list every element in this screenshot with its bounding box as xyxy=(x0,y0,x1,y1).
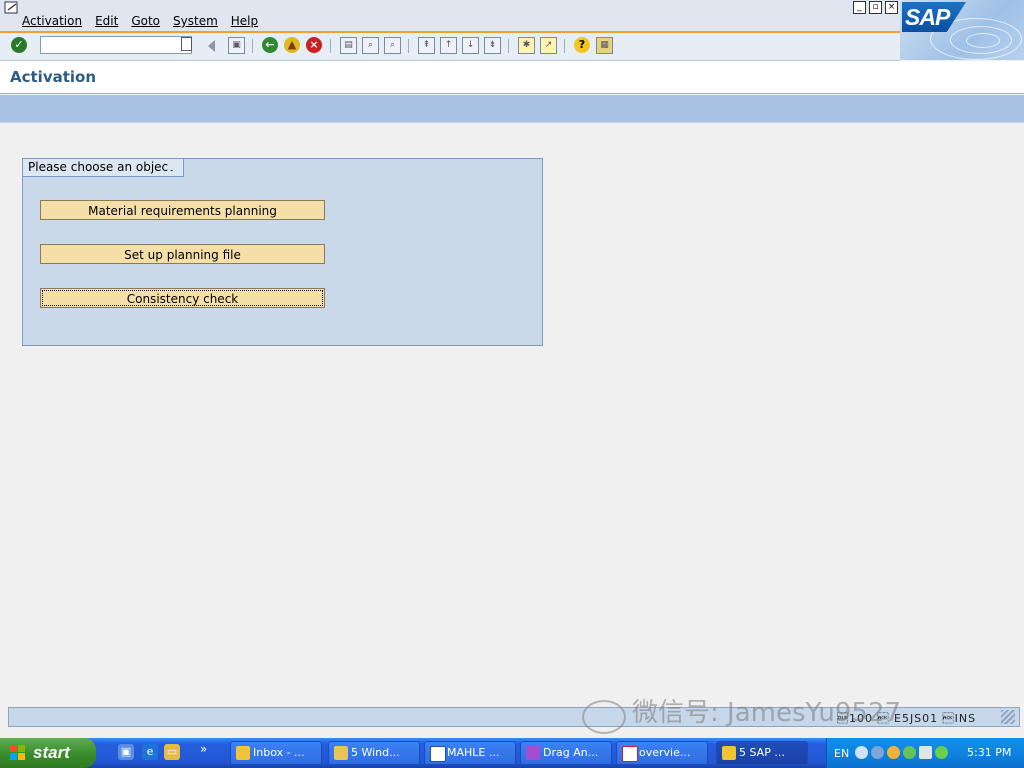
page-title: Activation xyxy=(10,68,97,86)
save-icon[interactable]: ▣ xyxy=(228,37,245,54)
folder-icon xyxy=(334,746,348,760)
last-page-icon[interactable]: ⇟ xyxy=(484,37,501,54)
menu-goto[interactable]: Goto xyxy=(131,14,160,28)
start-label: start xyxy=(33,743,70,762)
menu-help[interactable]: Help xyxy=(231,14,258,28)
help-icon[interactable]: ? xyxy=(574,37,590,53)
object-selection-group: Please choose an object Material require… xyxy=(22,158,543,346)
start-button[interactable]: start xyxy=(0,738,96,768)
menu-activation[interactable]: Activation xyxy=(22,14,82,28)
pdf-icon xyxy=(622,746,638,762)
task-mahle[interactable]: MAHLE ... xyxy=(424,741,516,765)
create-session-icon[interactable]: ✱ xyxy=(518,37,535,54)
windows-flag-icon xyxy=(10,745,25,760)
security-icon[interactable] xyxy=(887,746,900,759)
task-overview[interactable]: overvie... xyxy=(616,741,708,765)
quick-launch-more[interactable]: » xyxy=(200,742,207,756)
clock[interactable]: 5:31 PM xyxy=(967,746,1011,759)
next-page-icon[interactable]: ↓ xyxy=(462,37,479,54)
user-icon[interactable] xyxy=(871,746,884,759)
toolbar-separator xyxy=(564,39,565,53)
task-windows-explorer[interactable]: 5 Wind... xyxy=(328,741,420,765)
sap-logo: SAP xyxy=(900,0,1024,60)
group-title-corner xyxy=(168,159,180,176)
minimize-button[interactable]: _ xyxy=(853,1,866,14)
command-history-icon[interactable] xyxy=(181,37,192,51)
application-toolbar xyxy=(0,95,1024,123)
application-icon xyxy=(526,746,540,760)
restore-button[interactable]: ▫ xyxy=(869,1,882,14)
word-icon xyxy=(430,746,446,762)
toolbar-separator xyxy=(508,39,509,53)
sap-gui-icon xyxy=(722,746,736,760)
collapse-arrow-icon[interactable] xyxy=(208,40,215,52)
watermark-text: 微信号: JamesYu9527 xyxy=(632,698,902,728)
toolbar-separator xyxy=(330,39,331,53)
wechat-tray-icon[interactable] xyxy=(903,746,916,759)
wechat-icon xyxy=(582,700,626,734)
menu-bar: Activation Edit Goto System Help _ ▫ × xyxy=(0,0,1024,32)
shortcut-icon[interactable]: ↗ xyxy=(540,37,557,54)
menu-system[interactable]: System xyxy=(173,14,218,28)
first-page-icon[interactable]: ⇞ xyxy=(418,37,435,54)
show-desktop-icon[interactable]: ▣ xyxy=(118,744,134,760)
task-inbox[interactable]: Inbox - ... xyxy=(230,741,322,765)
internet-explorer-icon[interactable]: e xyxy=(142,744,158,760)
network-icon[interactable] xyxy=(919,746,932,759)
enter-icon[interactable]: ✓ xyxy=(11,37,27,53)
language-indicator[interactable]: EN xyxy=(834,747,849,760)
folder-icon[interactable]: ▭ xyxy=(164,744,180,760)
menu-edit[interactable]: Edit xyxy=(95,14,118,28)
tray-expand-icon[interactable] xyxy=(855,746,868,759)
cancel-icon[interactable]: × xyxy=(306,37,322,53)
menu-items: Activation Edit Goto System Help xyxy=(22,14,271,28)
task-sap[interactable]: 5 SAP ... xyxy=(716,741,808,765)
close-button[interactable]: × xyxy=(885,1,898,14)
exit-icon[interactable]: ▲ xyxy=(284,37,300,53)
previous-page-icon[interactable]: ↑ xyxy=(440,37,457,54)
outlook-icon xyxy=(236,746,250,760)
find-icon[interactable]: ⌕ xyxy=(362,37,379,54)
toolbar-separator xyxy=(252,39,253,53)
title-bar: Activation xyxy=(0,61,1024,94)
task-drag-and-drop[interactable]: Drag An... xyxy=(520,741,612,765)
set-up-planning-file-button[interactable]: Set up planning file xyxy=(40,244,325,264)
taskbar: start ▣ e ▭ » Inbox - ... 5 Wind... MAHL… xyxy=(0,738,1024,768)
back-icon[interactable]: ← xyxy=(262,37,278,53)
standard-toolbar: ✓ ▣ ← ▲ × ▤ ⌕ ⌕ ⇞ ↑ ↓ ⇟ ✱ ↗ ? ▦ xyxy=(0,33,900,61)
group-title: Please choose an object xyxy=(23,159,184,177)
system-tray: EN 5:31 PM xyxy=(826,738,1024,768)
consistency-check-button[interactable]: Consistency check xyxy=(40,288,325,308)
command-field[interactable] xyxy=(40,36,192,54)
toolbar-separator xyxy=(408,39,409,53)
material-requirements-planning-button[interactable]: Material requirements planning xyxy=(40,200,325,220)
sap-logo-text: SAP xyxy=(905,4,950,30)
layout-icon[interactable]: ▦ xyxy=(596,37,613,54)
find-next-icon[interactable]: ⌕ xyxy=(384,37,401,54)
print-icon[interactable]: ▤ xyxy=(340,37,357,54)
resize-grip-icon[interactable] xyxy=(1001,710,1015,724)
wifi-icon[interactable] xyxy=(935,746,948,759)
system-menu-icon[interactable] xyxy=(4,1,20,15)
